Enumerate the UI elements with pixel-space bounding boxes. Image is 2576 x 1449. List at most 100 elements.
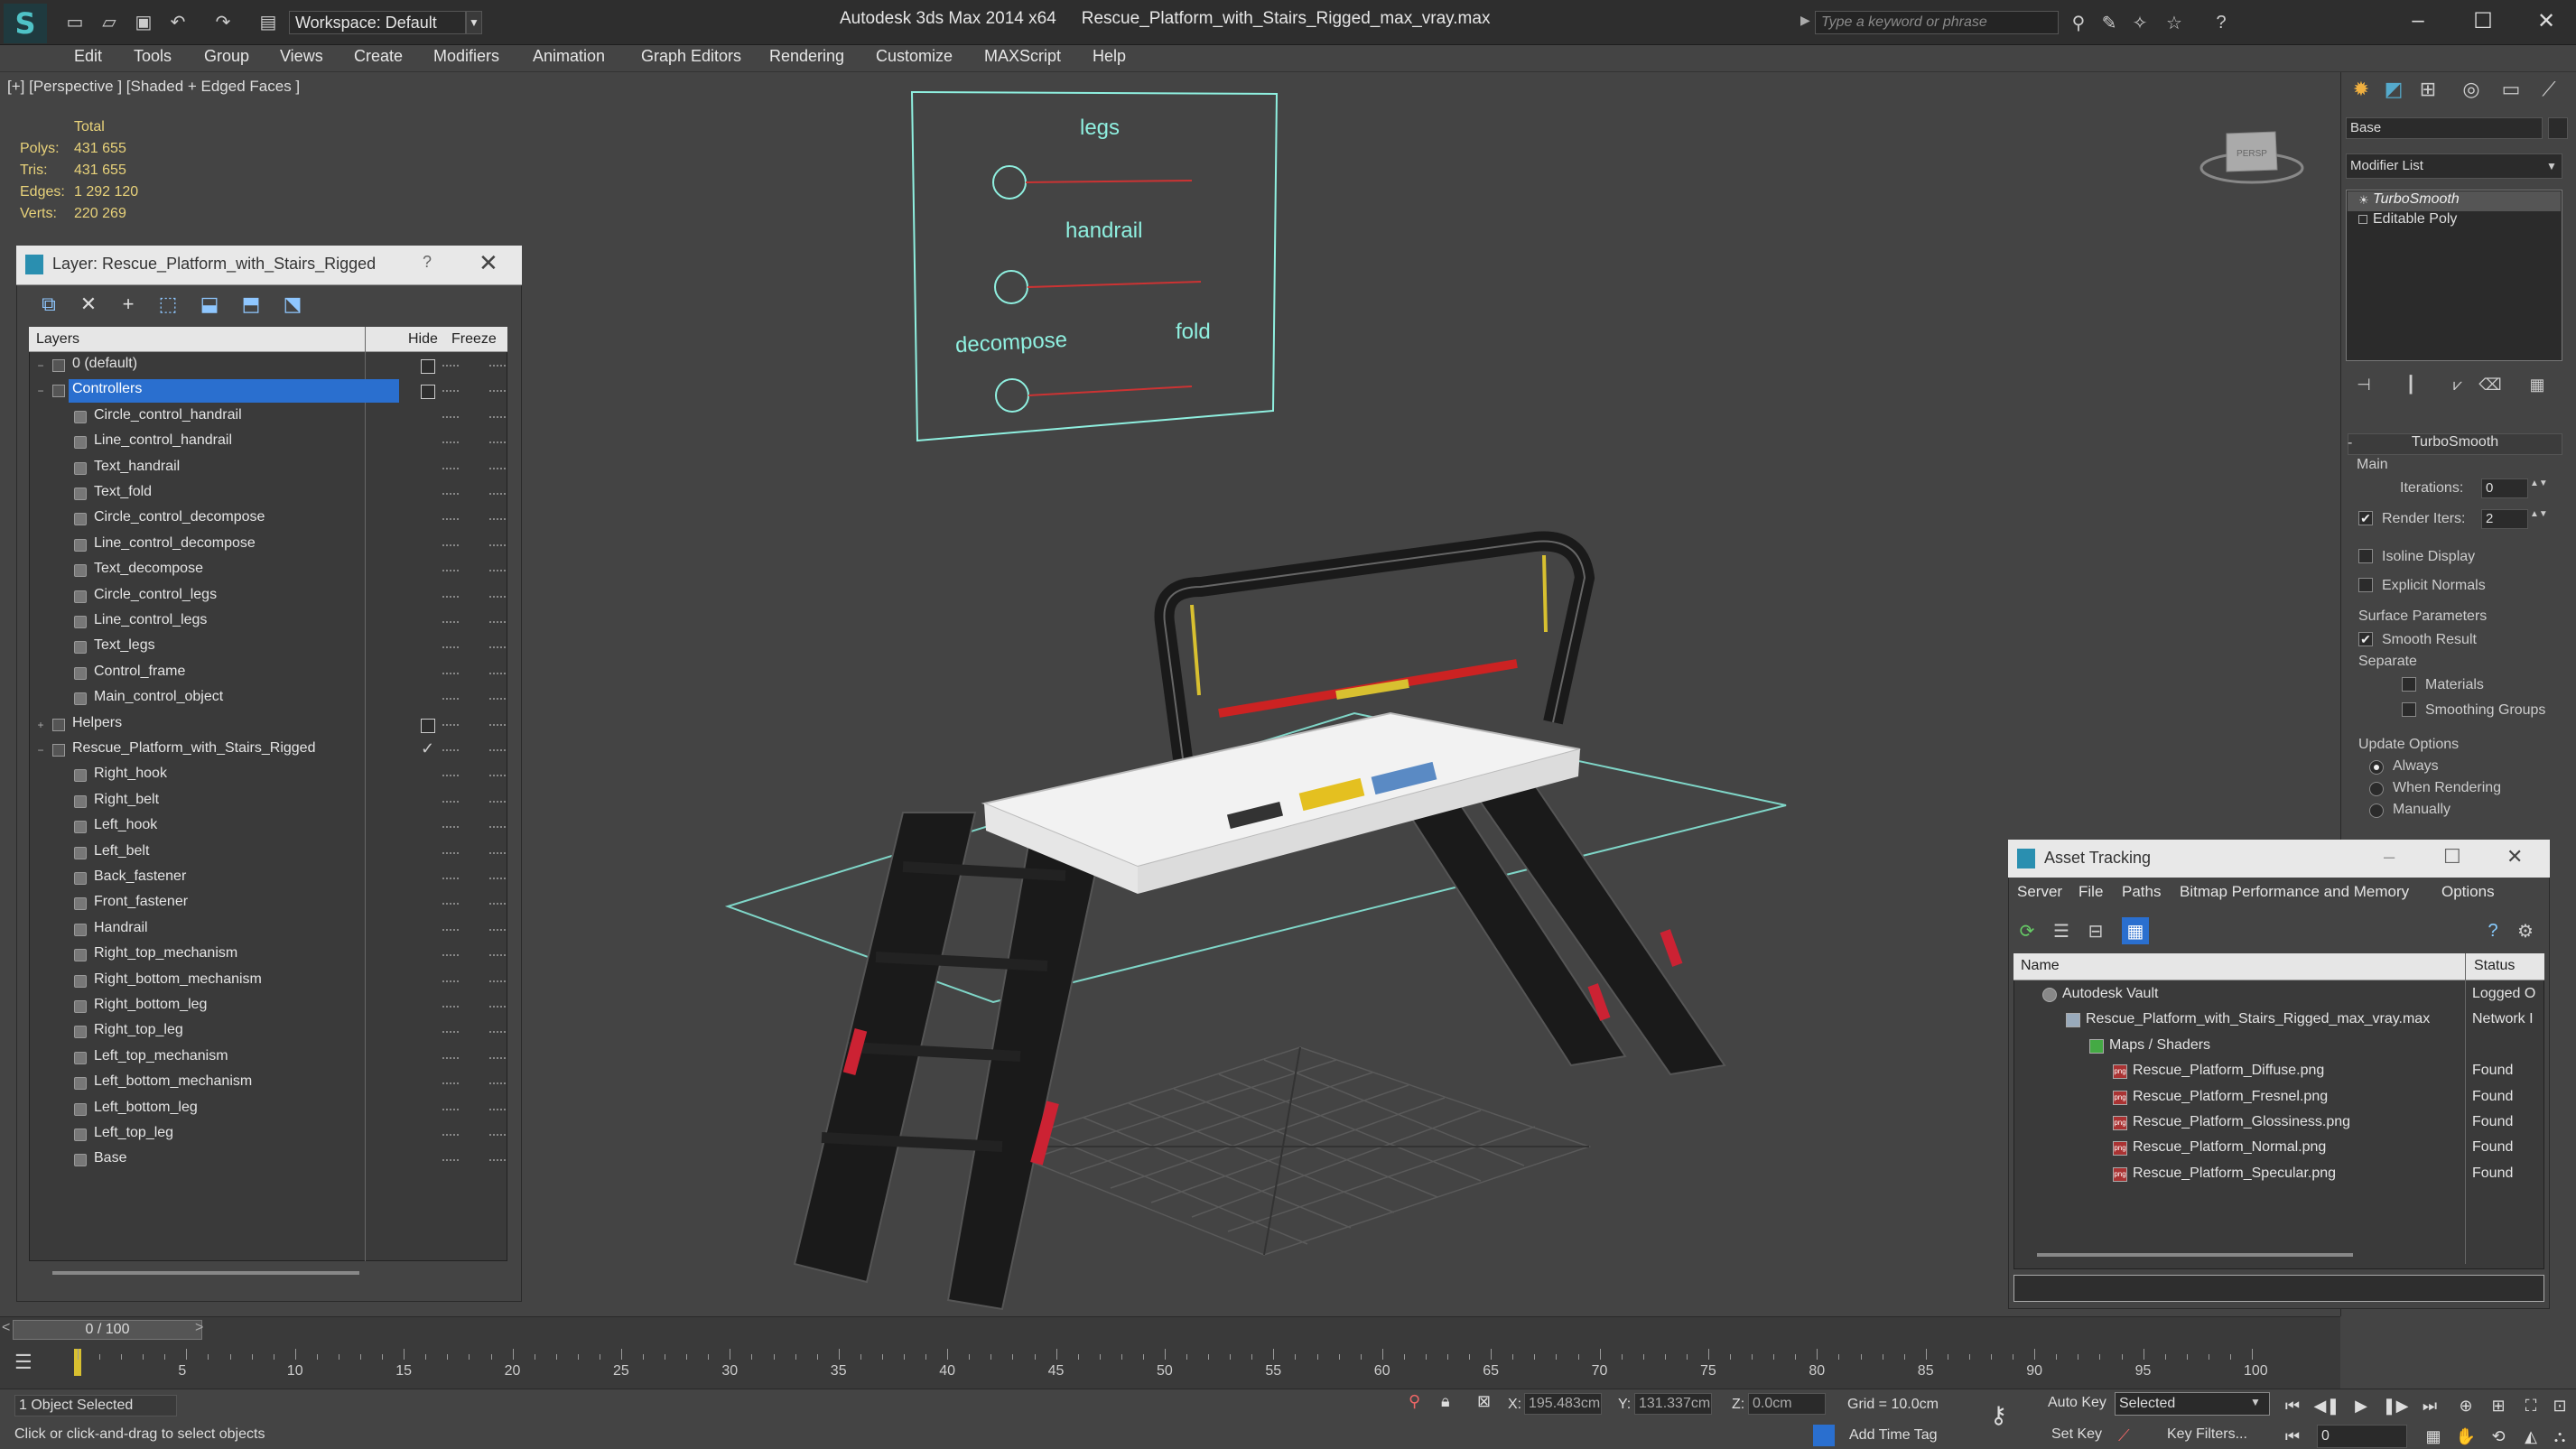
hide-toggle[interactable] [442,518,459,521]
freeze-toggle[interactable] [489,1031,506,1034]
asset-row[interactable]: Autodesk Vault Logged O [2015,982,2543,1008]
workspace-dropdown[interactable]: Workspace: Default [289,11,466,34]
menu-customize[interactable]: Customize [876,47,953,66]
menu-maxscript[interactable]: MAXScript [984,47,1061,66]
layer-object-row[interactable]: Base [31,1148,506,1174]
hide-toggle[interactable] [442,365,459,367]
freeze-toggle[interactable] [489,749,506,751]
hide-toggle[interactable] [442,826,459,829]
viewport-label[interactable]: [+] [Perspective ] [Shaded + Edged Faces… [7,78,300,96]
layer-name[interactable]: Right_top_mechanism [90,943,241,967]
hide-toggle[interactable] [442,415,459,418]
freeze-toggle[interactable] [489,1159,506,1162]
close-icon[interactable]: ✕ [2506,845,2523,868]
help-icon[interactable]: ? [2209,11,2234,34]
asset-row[interactable]: png Rescue_Platform_Glossiness.png Found [2015,1110,2543,1136]
collapse-icon[interactable]: - [2348,435,2352,451]
collapse-icon[interactable]: − [34,744,47,757]
set-key-icon[interactable]: ⟋ [2118,1426,2130,1445]
show-end-result-icon[interactable]: ┃ [2398,372,2423,397]
hide-toggle[interactable] [442,390,459,393]
when-rendering-radio[interactable] [2369,782,2384,796]
layer-object-row[interactable]: Left_top_mechanism [31,1046,506,1072]
layer-object-row[interactable]: Circle_control_legs [31,585,506,610]
asset-row[interactable]: png Rescue_Platform_Diffuse.png Found [2015,1059,2543,1084]
menu-views[interactable]: Views [280,47,323,66]
isolate-icon[interactable]: ⚲ [1409,1392,1420,1411]
menu-animation[interactable]: Animation [533,47,605,66]
column-freeze[interactable]: Freeze [451,331,497,348]
layer-object-row[interactable]: Text_decompose [31,559,506,584]
layer-object-row[interactable]: Left_bottom_leg [31,1098,506,1123]
freeze-toggle[interactable] [489,723,506,726]
hide-toggle[interactable] [442,851,459,854]
z-coordinate-field[interactable]: 0.0cm [1748,1393,1826,1415]
hide-toggle[interactable] [442,1031,459,1034]
object-name-field[interactable]: Base [2346,117,2543,139]
layer-object-row[interactable]: Text_handrail [31,457,506,482]
hide-toggle[interactable] [442,595,459,598]
x-coordinate-field[interactable]: 195.483cm [1524,1393,1602,1415]
current-layer-check-icon[interactable]: ✓ [421,739,434,758]
freeze-toggle[interactable] [489,1108,506,1110]
freeze-toggle[interactable] [489,570,506,572]
spinner-arrows-icon[interactable]: ▲▼ [2530,509,2548,519]
list-view-icon[interactable]: ☰ [2048,917,2075,944]
close-icon[interactable]: ✕ [479,249,498,277]
delete-layer-icon[interactable]: ✕ [74,291,103,318]
configure-modifier-sets-icon[interactable]: ▦ [2525,372,2550,397]
freeze-toggle[interactable] [489,1006,506,1008]
layer-object-row[interactable]: Line_control_handrail [31,431,506,456]
modify-tab-icon[interactable]: ◩ [2378,74,2409,105]
layer-name[interactable]: Text_handrail [90,457,183,480]
chevron-down-icon[interactable]: ▼ [2541,153,2562,179]
layer-name[interactable]: Circle_control_legs [90,585,220,608]
smooth-result-checkbox[interactable]: ✔ [2358,632,2373,646]
layer-name[interactable]: Left_bottom_mechanism [90,1072,256,1095]
go-to-end-icon[interactable]: ⏭ [2416,1394,2443,1417]
hide-toggle[interactable] [442,749,459,751]
absolute-mode-icon[interactable]: ⊠ [1477,1392,1491,1411]
freeze-toggle[interactable] [489,800,506,803]
freeze-toggle[interactable] [489,851,506,854]
zoom-icon[interactable]: ⊕ [2452,1394,2479,1417]
hide-toggle[interactable] [442,543,459,546]
app-logo-button[interactable]: S [4,4,47,43]
next-key-icon[interactable]: ❚▶ [2382,1394,2409,1417]
freeze-toggle[interactable] [489,595,506,598]
key-filters-button[interactable]: Key Filters... [2167,1426,2247,1443]
asset-scrollbar[interactable] [2037,1253,2353,1257]
layer-name[interactable]: Line_control_legs [90,610,210,634]
column-name[interactable]: Name [2021,958,2060,974]
layer-row[interactable]: − Rescue_Platform_with_Stairs_Rigged ✓ [31,738,506,764]
freeze-toggle[interactable] [489,826,506,829]
freeze-toggle[interactable] [489,672,506,674]
layer-name[interactable]: Base [90,1148,130,1172]
select-objects-icon[interactable]: ⬚ [153,291,182,318]
close-icon[interactable]: ✕ [2519,5,2573,36]
asset-row[interactable]: Rescue_Platform_with_Stairs_Rigged_max_v… [2015,1008,2543,1033]
layer-object-row[interactable]: Circle_control_decompose [31,507,506,533]
help-icon[interactable]: ? [423,253,432,272]
layer-object-row[interactable]: Line_control_legs [31,610,506,636]
hide-toggle[interactable] [442,1159,459,1162]
stack-item-turbosmooth[interactable]: TurboSmooth [2373,191,2460,208]
minimize-icon[interactable]: – [2384,845,2395,868]
refresh-icon[interactable]: ⟳ [2013,917,2041,944]
modifier-list-dropdown[interactable]: Modifier List [2346,153,2562,179]
freeze-toggle[interactable] [489,390,506,393]
freeze-toggle[interactable] [489,441,506,444]
hide-toggle[interactable] [442,441,459,444]
hierarchy-tab-icon[interactable]: ⊞ [2413,74,2443,105]
set-key-button[interactable]: Set Key [2051,1426,2102,1443]
render-iters-checkbox[interactable]: ✔ [2358,511,2373,525]
freeze-toggle[interactable] [489,1056,506,1059]
layer-object-row[interactable]: Control_frame [31,662,506,687]
freeze-toggle[interactable] [489,775,506,777]
layer-name[interactable]: Handrail [90,918,152,942]
freeze-toggle[interactable] [489,1134,506,1136]
manually-radio[interactable] [2369,803,2384,818]
zoom-all-icon[interactable]: ⊞ [2485,1394,2512,1417]
freeze-toggle[interactable] [489,878,506,879]
grid-view-icon[interactable]: ▦ [2122,917,2149,944]
